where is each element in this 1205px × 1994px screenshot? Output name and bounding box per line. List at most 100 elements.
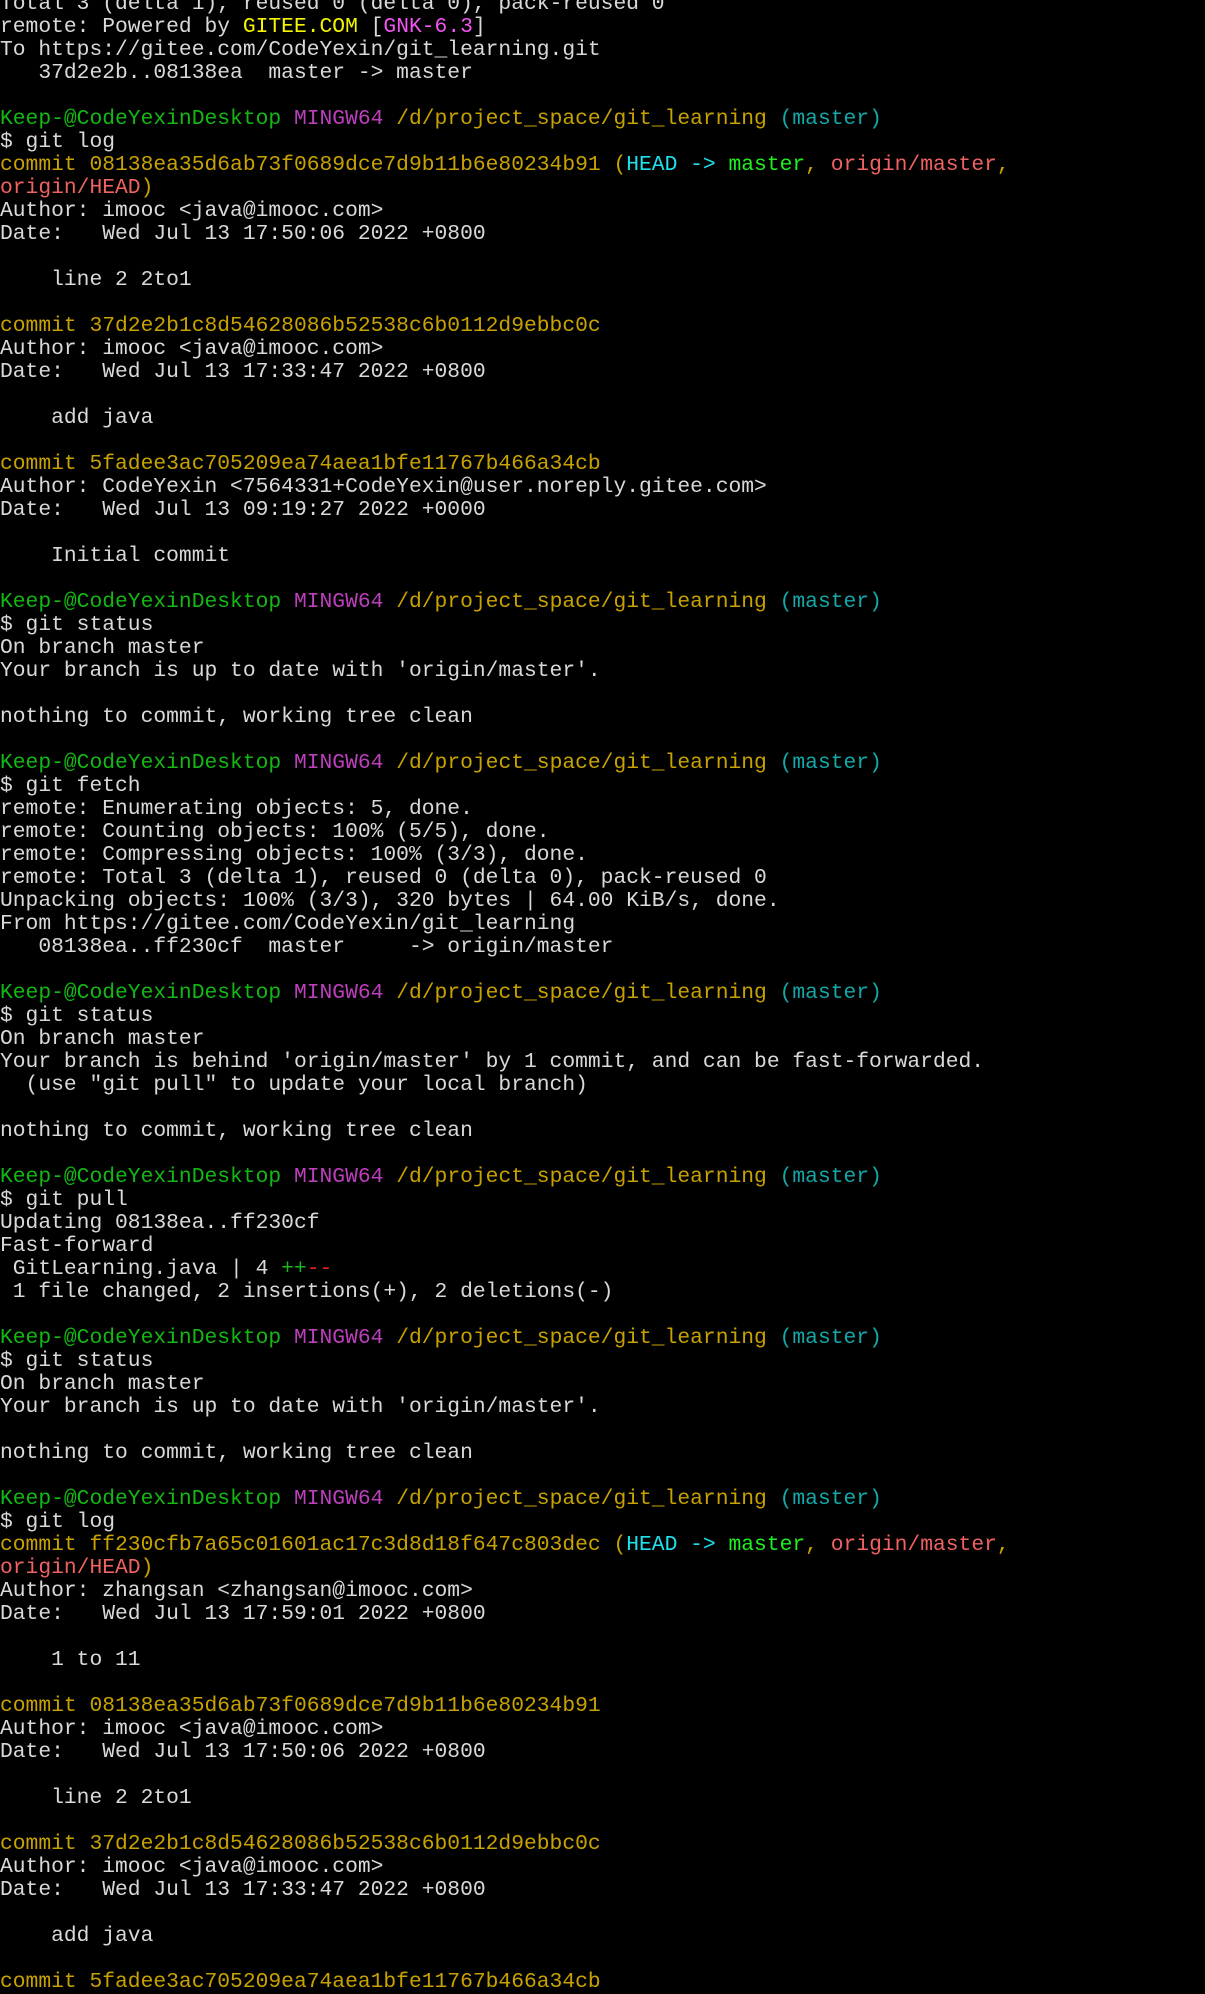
text-segment: commit 08138ea35d6ab73f0689dce7d9b11b6e8… — [0, 1694, 601, 1718]
text-segment: commit 08138ea35d6ab73f0689dce7d9b11b6e8… — [0, 153, 627, 177]
text-segment: master — [728, 153, 806, 177]
output-line: On branch master — [0, 637, 1010, 660]
text-segment: GNK-6.3 — [383, 15, 473, 39]
output-line: origin/HEAD) — [0, 1557, 1010, 1580]
output-line: remote: Enumerating objects: 5, done. — [0, 798, 1010, 821]
text-segment: MINGW64 — [293, 1326, 397, 1350]
output-line: add java — [0, 1925, 1010, 1948]
output-line: remote: Counting objects: 100% (5/5), do… — [0, 821, 1010, 844]
text-segment: /d/project_space/git_learning — [396, 981, 780, 1005]
shell-prompt: Keep-@CodeYexinDesktop MINGW64 /d/projec… — [0, 1327, 1010, 1350]
text-segment: Author: imooc <java@imooc.com> — [0, 199, 384, 223]
text-segment: (master) — [779, 1165, 882, 1189]
output-line: Updating 08138ea..ff230cf — [0, 1212, 1010, 1235]
text-segment: 1 to 11 — [0, 1648, 141, 1672]
output-line: GitLearning.java | 4 ++-- — [0, 1258, 1010, 1281]
output-line: commit ff230cfb7a65c01601ac17c3d8d18f647… — [0, 1534, 1010, 1557]
output-line: 1 file changed, 2 insertions(+), 2 delet… — [0, 1281, 1010, 1304]
output-line: Initial commit — [0, 545, 1010, 568]
shell-prompt: Keep-@CodeYexinDesktop MINGW64 /d/projec… — [0, 1166, 1010, 1189]
output-line: Date: Wed Jul 13 09:19:27 2022 +0000 — [0, 499, 1010, 522]
output-line: 1 to 11 — [0, 1649, 1010, 1672]
text-segment: Your branch is behind 'origin/master' by… — [0, 1050, 985, 1074]
shell-prompt: Keep-@CodeYexinDesktop MINGW64 /d/projec… — [0, 982, 1010, 1005]
shell-prompt: Keep-@CodeYexinDesktop MINGW64 /d/projec… — [0, 1488, 1010, 1511]
command-line: $ git pull — [0, 1189, 1010, 1212]
output-line: Author: zhangsan <zhangsan@imooc.com> — [0, 1580, 1010, 1603]
text-segment: 37d2e2b..08138ea master -> master — [0, 61, 473, 85]
output-line: Your branch is up to date with 'origin/m… — [0, 1396, 1010, 1419]
text-segment: Keep-@CodeYexinDesktop — [0, 1487, 294, 1511]
terminal-output[interactable]: Total 3 (delta 1), reused 0 (delta 0), p… — [0, 0, 1010, 1994]
text-segment: nothing to commit, working tree clean — [0, 705, 473, 729]
text-segment: ++ — [281, 1257, 307, 1281]
text-segment: Keep-@CodeYexinDesktop — [0, 1165, 294, 1189]
output-line: commit 37d2e2b1c8d54628086b52538c6b0112d… — [0, 315, 1010, 338]
output-line: remote: Compressing objects: 100% (3/3),… — [0, 844, 1010, 867]
output-line: Your branch is behind 'origin/master' by… — [0, 1051, 1010, 1074]
text-segment: /d/project_space/git_learning — [396, 751, 780, 775]
output-line: line 2 2to1 — [0, 269, 1010, 292]
text-segment: origin/master — [830, 153, 997, 177]
text-segment: $ git status — [0, 1004, 154, 1028]
output-line: nothing to commit, working tree clean — [0, 706, 1010, 729]
text-segment: To https://gitee.com/CodeYexin/git_learn… — [0, 38, 601, 62]
shell-prompt: Keep-@CodeYexinDesktop MINGW64 /d/projec… — [0, 752, 1010, 775]
output-line: Unpacking objects: 100% (3/3), 320 bytes… — [0, 890, 1010, 913]
output-line: Author: imooc <java@imooc.com> — [0, 1718, 1010, 1741]
text-segment: commit 5fadee3ac705209ea74aea1bfe11767b4… — [0, 1970, 601, 1994]
output-line: line 2 2to1 — [0, 1787, 1010, 1810]
text-segment: GitLearning.java | 4 — [0, 1257, 282, 1281]
output-line: commit 5fadee3ac705209ea74aea1bfe11767b4… — [0, 453, 1010, 476]
output-line: nothing to commit, working tree clean — [0, 1120, 1010, 1143]
output-line: Author: imooc <java@imooc.com> — [0, 200, 1010, 223]
output-line: Date: Wed Jul 13 17:33:47 2022 +0800 — [0, 1879, 1010, 1902]
text-segment: Author: imooc <java@imooc.com> — [0, 337, 384, 361]
text-segment: remote: Total 3 (delta 1), reused 0 (del… — [0, 866, 767, 890]
text-segment: Date: Wed Jul 13 17:33:47 2022 +0800 — [0, 1878, 486, 1902]
output-line: On branch master — [0, 1373, 1010, 1396]
output-line: Date: Wed Jul 13 17:50:06 2022 +0800 — [0, 223, 1010, 246]
output-line: remote: Powered by GITEE.COM [GNK-6.3] — [0, 16, 1010, 39]
command-line: $ git log — [0, 1511, 1010, 1534]
text-segment: ] — [472, 15, 486, 39]
text-segment: remote: Counting objects: 100% (5/5), do… — [0, 820, 550, 844]
output-line: add java — [0, 407, 1010, 430]
text-segment: MINGW64 — [293, 1165, 397, 1189]
text-segment: add java — [0, 406, 154, 430]
output-line: Date: Wed Jul 13 17:59:01 2022 +0800 — [0, 1603, 1010, 1626]
text-segment: /d/project_space/git_learning — [396, 590, 780, 614]
text-segment: (master) — [779, 590, 882, 614]
text-segment: (master) — [779, 1487, 882, 1511]
text-segment: Initial commit — [0, 544, 231, 568]
text-segment: , — [996, 1533, 1010, 1557]
text-segment: Date: Wed Jul 13 17:33:47 2022 +0800 — [0, 360, 486, 384]
text-segment: /d/project_space/git_learning — [396, 1487, 780, 1511]
text-segment: 08138ea..ff230cf master -> origin/master — [0, 935, 614, 959]
text-segment: , — [805, 153, 831, 177]
text-segment: Keep-@CodeYexinDesktop — [0, 107, 294, 131]
text-segment: origin/HEAD — [0, 176, 141, 200]
text-segment: HEAD -> — [626, 1533, 729, 1557]
output-line: Author: CodeYexin <7564331+CodeYexin@use… — [0, 476, 1010, 499]
text-segment: Keep-@CodeYexinDesktop — [0, 751, 294, 775]
text-segment: (master) — [779, 1326, 882, 1350]
output-line: Author: imooc <java@imooc.com> — [0, 338, 1010, 361]
text-segment: $ git status — [0, 1349, 154, 1373]
text-segment: master — [728, 1533, 806, 1557]
text-segment: Keep-@CodeYexinDesktop — [0, 981, 294, 1005]
text-segment: nothing to commit, working tree clean — [0, 1119, 473, 1143]
text-segment: commit ff230cfb7a65c01601ac17c3d8d18f647… — [0, 1533, 627, 1557]
text-segment: Fast-forward — [0, 1234, 154, 1258]
text-segment: Date: Wed Jul 13 17:59:01 2022 +0800 — [0, 1602, 486, 1626]
text-segment: 1 file changed, 2 insertions(+), 2 delet… — [0, 1280, 614, 1304]
text-segment: commit 37d2e2b1c8d54628086b52538c6b0112d… — [0, 314, 601, 338]
